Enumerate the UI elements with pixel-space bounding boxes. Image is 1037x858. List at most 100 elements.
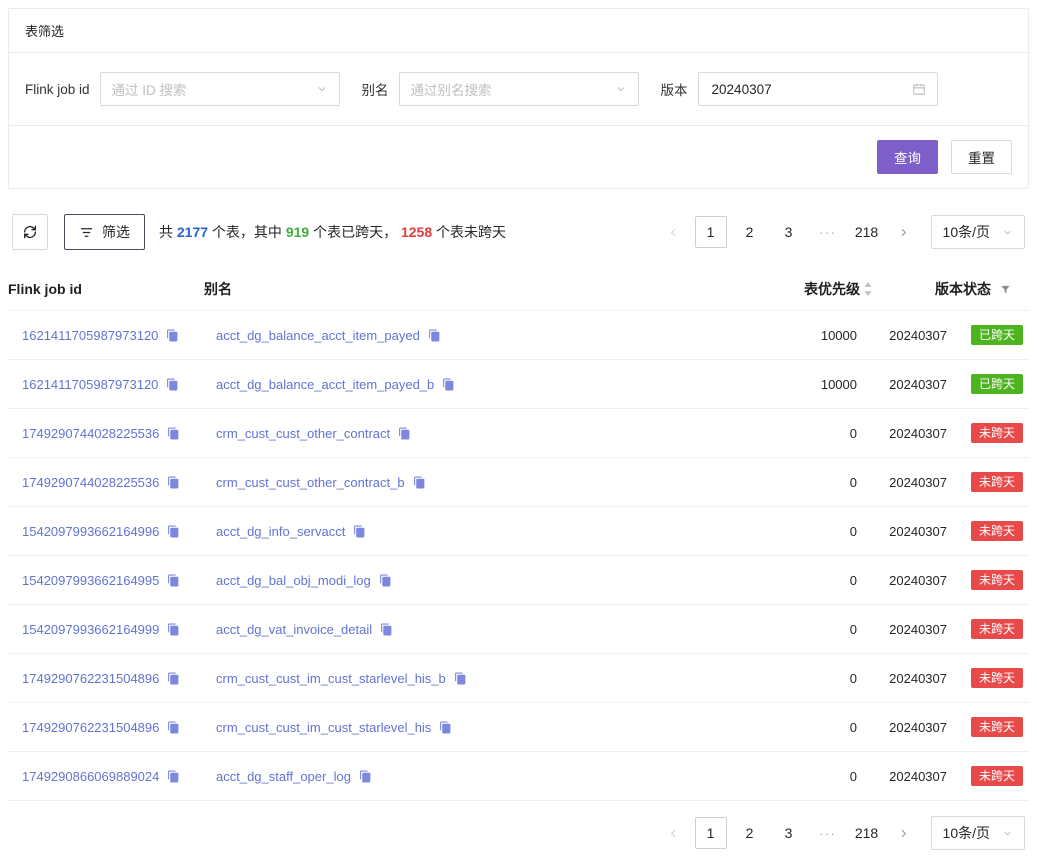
page-number-2[interactable]: 2 <box>734 817 766 849</box>
field-flink-job-id: Flink job id 通过 ID 搜索 <box>25 72 340 106</box>
summary-text: 共 2177 个表，其中 919 个表已跨天， 1258 个表未跨天 <box>159 222 506 242</box>
col-header-status: 状态 <box>963 268 1029 310</box>
page-number-3[interactable]: 3 <box>773 216 805 248</box>
filter-card-title: 表筛选 <box>9 9 1028 53</box>
alias-link[interactable]: acct_dg_staff_oper_log <box>216 769 351 784</box>
copy-icon[interactable] <box>167 525 180 538</box>
copy-icon[interactable] <box>380 623 393 636</box>
job-id-link[interactable]: 1749290744028225536 <box>22 475 159 490</box>
column-filter-funnel-icon[interactable] <box>1000 284 1011 295</box>
alias-link[interactable]: crm_cust_cust_other_contract_b <box>216 475 405 490</box>
page-size-select[interactable]: 10条/页 <box>931 816 1025 850</box>
alias-link[interactable]: crm_cust_cust_im_cust_starlevel_his <box>216 720 431 735</box>
filter-toggle-button[interactable]: 筛选 <box>64 214 145 250</box>
copy-icon[interactable] <box>413 476 426 489</box>
flink-job-id-select[interactable]: 通过 ID 搜索 <box>100 72 340 106</box>
job-id-cell: 1749290866069889024 <box>8 755 204 798</box>
job-id-cell: 1542097993662164996 <box>8 510 204 553</box>
job-id-link[interactable]: 1542097993662164996 <box>22 524 159 539</box>
col-header-version: 版本 <box>875 268 963 310</box>
job-id-link[interactable]: 1621411705987973120 <box>22 328 158 343</box>
chevron-down-icon <box>615 83 627 95</box>
filter-fields-row: Flink job id 通过 ID 搜索 别名 通过别名搜索 <box>9 53 1028 126</box>
job-id-link[interactable]: 1542097993662164999 <box>22 622 159 637</box>
copy-icon[interactable] <box>353 525 366 538</box>
table-header-row: Flink job id 别名 表优先级 版本 状态 <box>8 268 1029 311</box>
reset-button[interactable]: 重置 <box>951 140 1012 174</box>
copy-icon[interactable] <box>442 378 455 391</box>
alias-link[interactable]: acct_dg_vat_invoice_detail <box>216 622 372 637</box>
page-number-last[interactable]: 218 <box>851 216 883 248</box>
copy-icon[interactable] <box>398 427 411 440</box>
page-number-3[interactable]: 3 <box>773 817 805 849</box>
job-id-link[interactable]: 1621411705987973120 <box>22 377 158 392</box>
version-value: 20240307 <box>875 412 963 455</box>
copy-icon[interactable] <box>166 378 179 391</box>
prev-page-icon[interactable] <box>660 817 688 849</box>
version-date-input[interactable] <box>698 72 938 106</box>
query-button[interactable]: 查询 <box>877 140 938 174</box>
table-row: 1621411705987973120 acct_dg_balance_acct… <box>8 360 1029 409</box>
copy-icon[interactable] <box>167 672 180 685</box>
job-id-link[interactable]: 1749290866069889024 <box>22 769 159 784</box>
pagination-bottom-bar: 1 2 3 ··· 218 10条/页 <box>8 816 1029 850</box>
alias-link[interactable]: acct_dg_balance_acct_item_payed_b <box>216 377 434 392</box>
version-label: 版本 <box>661 79 688 99</box>
page-ellipsis[interactable]: ··· <box>812 216 844 248</box>
next-page-icon[interactable] <box>890 817 918 849</box>
priority-value: 0 <box>705 461 875 504</box>
filter-card: 表筛选 Flink job id 通过 ID 搜索 别名 通过别名搜索 <box>8 8 1029 189</box>
pagination-top: 1 2 3 ··· 218 10条/页 <box>660 215 1025 249</box>
page-size-value: 10条/页 <box>943 222 990 242</box>
alias-cell: crm_cust_cust_im_cust_starlevel_his <box>204 706 705 749</box>
version-value: 20240307 <box>875 559 963 602</box>
job-id-link[interactable]: 1749290744028225536 <box>22 426 159 441</box>
page-size-select[interactable]: 10条/页 <box>931 215 1025 249</box>
next-page-icon[interactable] <box>890 216 918 248</box>
job-id-link[interactable]: 1749290762231504896 <box>22 671 159 686</box>
status-header-label: 状态 <box>963 279 991 299</box>
page-number-1[interactable]: 1 <box>695 817 727 849</box>
status-badge: 未跨天 <box>971 717 1023 737</box>
flink-job-id-placeholder: 通过 ID 搜索 <box>112 79 187 99</box>
copy-icon[interactable] <box>359 770 372 783</box>
copy-icon[interactable] <box>166 329 179 342</box>
copy-icon[interactable] <box>454 672 467 685</box>
copy-icon[interactable] <box>167 574 180 587</box>
page-ellipsis[interactable]: ··· <box>812 817 844 849</box>
alias-link[interactable]: crm_cust_cust_other_contract <box>216 426 390 441</box>
alias-select[interactable]: 通过别名搜索 <box>399 72 639 106</box>
copy-icon[interactable] <box>167 721 180 734</box>
job-id-link[interactable]: 1749290762231504896 <box>22 720 159 735</box>
page: 表筛选 Flink job id 通过 ID 搜索 别名 通过别名搜索 <box>0 0 1037 858</box>
copy-icon[interactable] <box>167 427 180 440</box>
prev-page-icon[interactable] <box>660 216 688 248</box>
refresh-button[interactable] <box>12 214 48 250</box>
page-number-last[interactable]: 218 <box>851 817 883 849</box>
alias-cell: acct_dg_balance_acct_item_payed <box>204 314 705 357</box>
status-cell: 已跨天 <box>963 311 1029 359</box>
alias-cell: acct_dg_vat_invoice_detail <box>204 608 705 651</box>
page-number-1[interactable]: 1 <box>695 216 727 248</box>
copy-icon[interactable] <box>167 770 180 783</box>
status-badge: 未跨天 <box>971 423 1023 443</box>
page-number-2[interactable]: 2 <box>734 216 766 248</box>
version-date-value[interactable] <box>710 81 890 98</box>
copy-icon[interactable] <box>439 721 452 734</box>
status-badge: 已跨天 <box>971 374 1023 394</box>
summary-crossed-count: 919 <box>286 224 309 240</box>
alias-link[interactable]: acct_dg_info_servacct <box>216 524 345 539</box>
table-row: 1542097993662164999 acct_dg_vat_invoice_… <box>8 605 1029 654</box>
sort-icon[interactable] <box>863 282 873 296</box>
alias-link[interactable]: acct_dg_balance_acct_item_payed <box>216 328 420 343</box>
alias-link[interactable]: crm_cust_cust_im_cust_starlevel_his_b <box>216 671 446 686</box>
priority-value: 10000 <box>705 314 875 357</box>
copy-icon[interactable] <box>167 476 180 489</box>
copy-icon[interactable] <box>167 623 180 636</box>
copy-icon[interactable] <box>379 574 392 587</box>
priority-value: 0 <box>705 657 875 700</box>
job-id-link[interactable]: 1542097993662164995 <box>22 573 159 588</box>
alias-link[interactable]: acct_dg_bal_obj_modi_log <box>216 573 371 588</box>
copy-icon[interactable] <box>428 329 441 342</box>
status-badge: 未跨天 <box>971 766 1023 786</box>
